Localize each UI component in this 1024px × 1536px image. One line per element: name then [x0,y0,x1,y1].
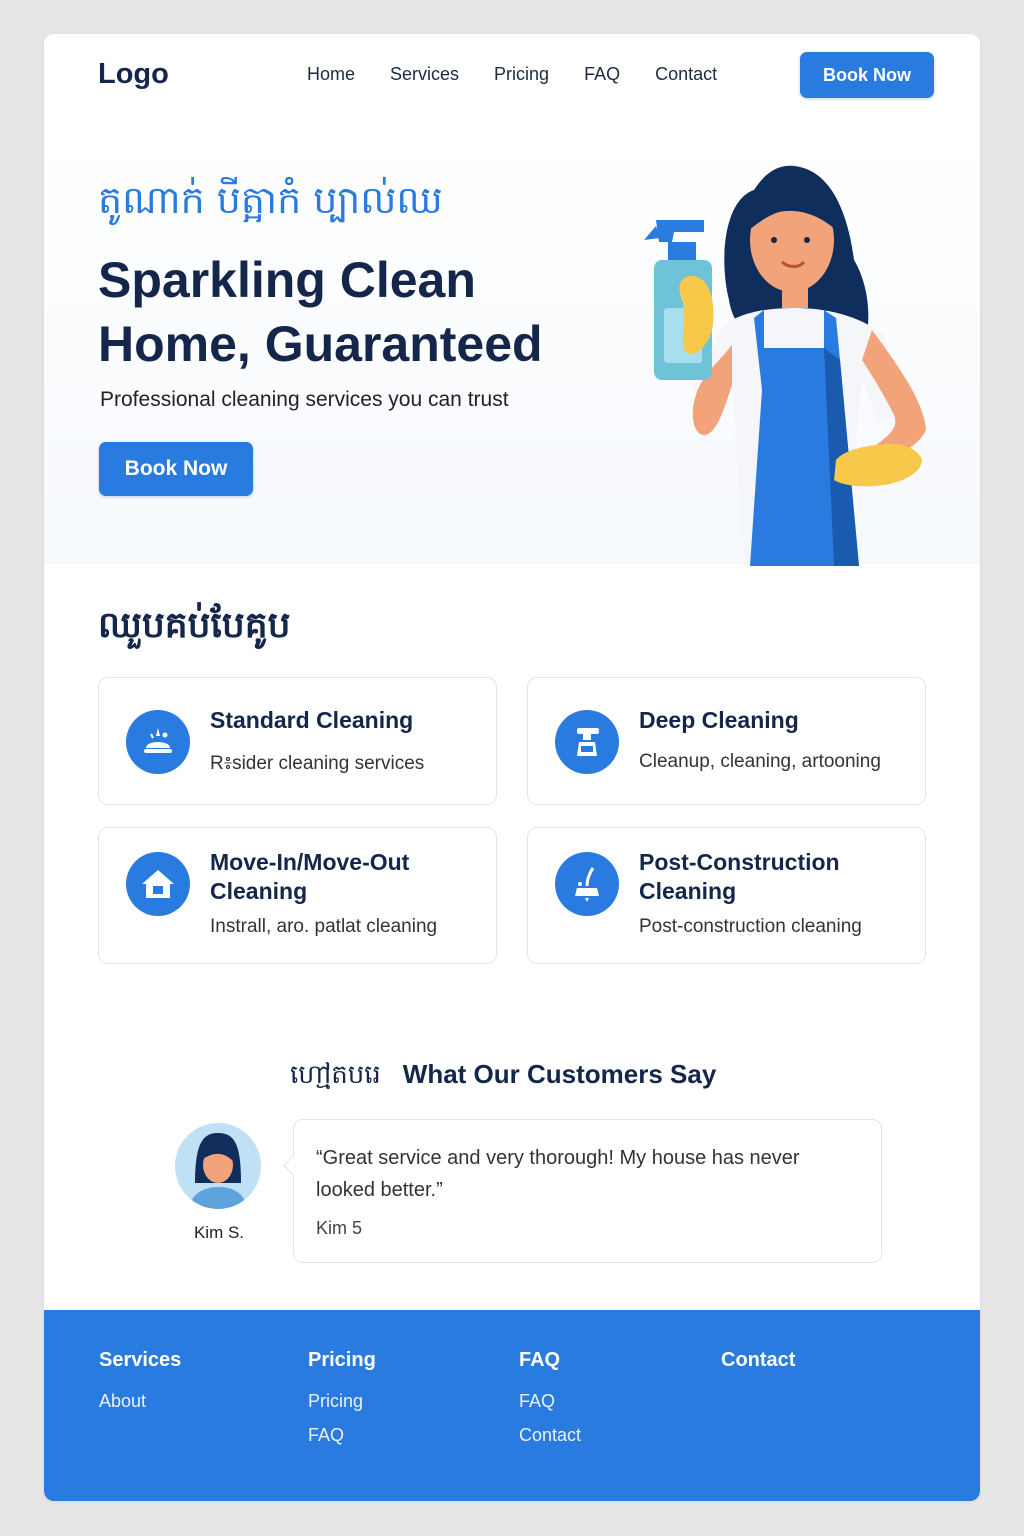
nav-pricing[interactable]: Pricing [494,64,549,85]
nav-contact[interactable]: Contact [655,64,717,85]
footer-heading: FAQ [519,1349,561,1371]
header-book-now-button[interactable]: Book Now [800,52,934,98]
hero-khmer-title: តូណាក់ បីត្អាកំ ប្បាល់ឈ [98,178,443,222]
testimonials-heading: ហៅ្មតបរេ What Our Customers Say [290,1058,716,1096]
footer-link-faq[interactable]: FAQ [308,1425,376,1446]
service-description: R៖sider cleaning services [210,753,425,774]
cleaner-illustration [644,165,926,566]
main-nav: Home Services Pricing FAQ Contact [307,64,752,85]
service-title: Post-Construction Cleaning [639,849,840,904]
hero-title: Sparkling Clean Home, Guaranteed [98,252,543,372]
service-description: Cleanup, cleaning, artooning [639,751,881,772]
site-footer: Services About Pricing Pricing FAQ FAQ F… [44,1310,980,1501]
footer-column-services: Services About [99,1349,181,1425]
avatar [175,1123,261,1209]
hero-section: តូណាក់ បីត្អាកំ ប្បាល់ឈ Sparkling Clean … [44,134,980,566]
broom-icon [555,852,619,916]
cleaning-icon [126,710,190,774]
footer-link-about[interactable]: About [99,1391,181,1412]
service-title: Deep Cleaning [639,707,799,733]
hero-subtitle: Professional cleaning services you can t… [100,388,509,411]
service-card-post-construction[interactable]: Post-Construction Cleaning Post-construc… [527,827,926,964]
testimonials-heading-khmer: ហៅ្មតបរេ [290,1060,381,1090]
nav-home[interactable]: Home [307,64,355,85]
service-title: Standard Cleaning [210,707,414,733]
footer-link-faq[interactable]: FAQ [519,1391,581,1412]
service-card-standard[interactable]: Standard Cleaning R៖sider cleaning servi… [98,677,497,805]
nav-faq[interactable]: FAQ [584,64,620,85]
service-title: Move-In/Move-Out Cleaning [210,849,410,904]
services-heading: ឈួបគប់បែគូប [98,605,291,646]
nav-services[interactable]: Services [390,64,459,85]
hero-book-now-button[interactable]: Book Now [99,442,253,496]
footer-heading: Contact [721,1349,796,1371]
house-icon [126,852,190,916]
testimonial-card: “Great service and very thorough! My hou… [293,1119,882,1263]
spray-bottle-icon [555,710,619,774]
testimonials-heading-text: What Our Customers Say [402,1059,717,1089]
site-header: Logo Home Services Pricing FAQ Contact B… [44,34,980,116]
logo[interactable]: Logo [98,58,169,91]
footer-link-contact[interactable]: Contact [519,1425,581,1446]
footer-column-pricing: Pricing Pricing FAQ [308,1349,376,1459]
testimonial-quote: “Great service and very thorough! My hou… [316,1147,800,1201]
service-card-deep[interactable]: Deep Cleaning Cleanup, cleaning, artooni… [527,677,926,805]
service-description: Instrall, aro. patlat cleaning [210,916,438,937]
service-card-move[interactable]: Move-In/Move-Out Cleaning Instrall, aro.… [98,827,497,964]
service-description: Post-construction cleaning [639,916,862,937]
page: Logo Home Services Pricing FAQ Contact B… [44,34,980,1501]
footer-heading: Services [99,1349,182,1371]
testimonial-author: Kim 5 [316,1218,363,1238]
reviewer-name: Kim S. [193,1223,245,1242]
footer-column-faq: FAQ FAQ Contact [519,1349,581,1459]
footer-column-contact: Contact [721,1349,795,1391]
footer-link-pricing[interactable]: Pricing [308,1391,376,1412]
footer-heading: Pricing [308,1349,376,1371]
